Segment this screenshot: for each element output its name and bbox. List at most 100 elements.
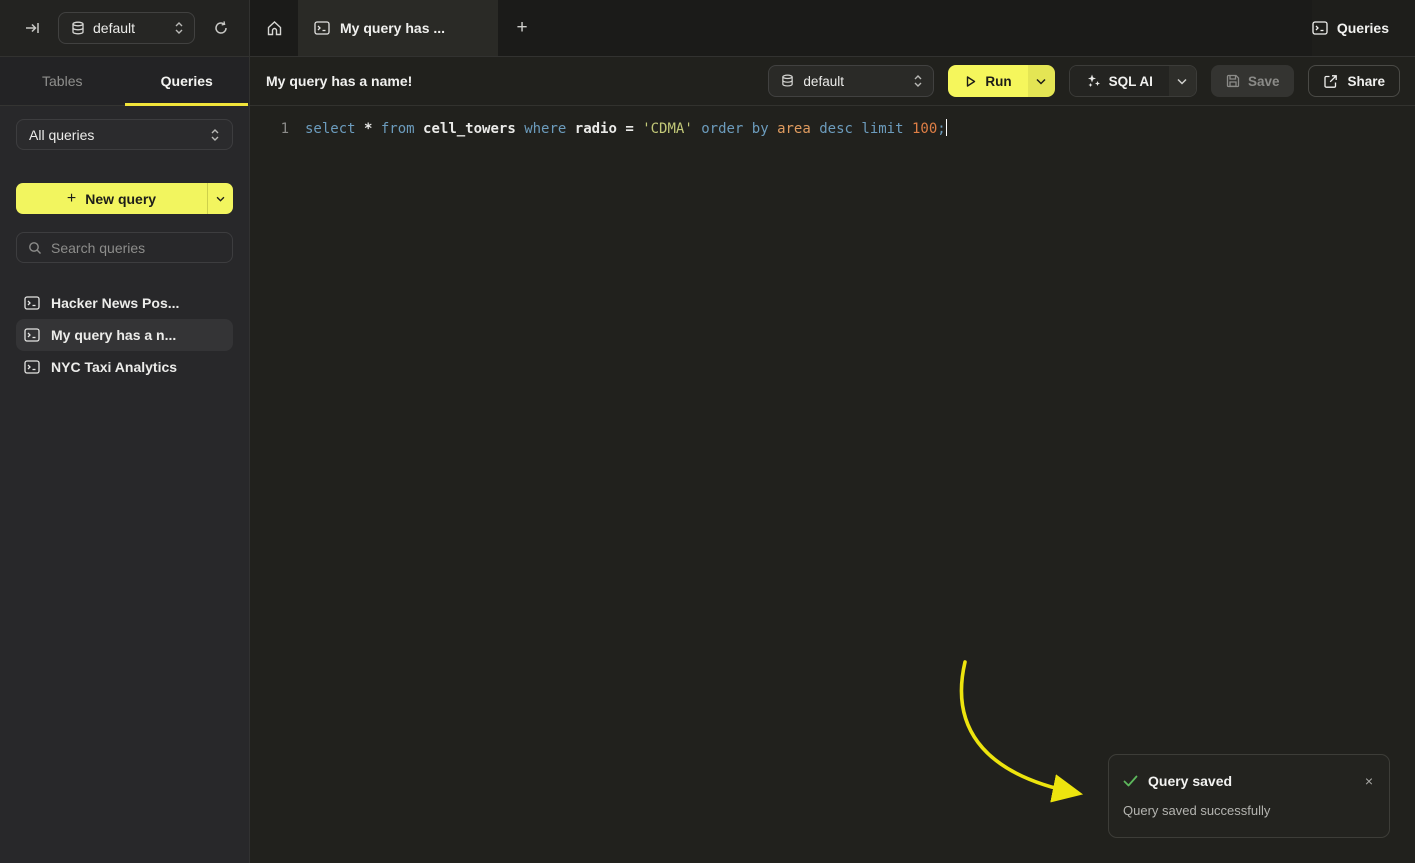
line-number: 1 <box>251 119 289 140</box>
query-filter-selector[interactable]: All queries <box>16 119 233 150</box>
toast-header: Query saved × <box>1123 772 1375 790</box>
share-button-label: Share <box>1347 74 1385 89</box>
search-queries-box <box>16 232 233 263</box>
query-list-item-label: My query has a n... <box>51 327 176 343</box>
toolbar-database-selector[interactable]: default <box>768 65 934 97</box>
database-icon <box>71 21 85 36</box>
query-list-item-hacker-news[interactable]: Hacker News Pos... <box>16 287 233 319</box>
save-button-label: Save <box>1248 74 1280 89</box>
code-line-1[interactable]: 1 select * from cell_towers where radio … <box>251 106 1415 140</box>
plus-icon: + <box>516 17 527 39</box>
database-selector[interactable]: default <box>58 12 195 44</box>
query-filter-value: All queries <box>29 127 210 143</box>
run-options-button[interactable] <box>1028 65 1055 97</box>
second-row: Tables Queries My query has a name! defa… <box>0 57 1415 106</box>
text-cursor <box>946 119 948 136</box>
top-bar: default <box>0 0 1415 57</box>
query-terminal-icon <box>24 360 40 374</box>
toolbar-database-value: default <box>803 74 904 89</box>
query-terminal-icon <box>314 21 330 35</box>
check-icon <box>1123 775 1138 787</box>
database-icon <box>781 74 794 88</box>
share-button[interactable]: Share <box>1308 65 1400 97</box>
sql-token-identifier: cell_towers <box>423 121 524 137</box>
page-title: My query has a name! <box>266 73 756 89</box>
new-tab-button[interactable]: + <box>498 0 546 56</box>
sql-token-semicolon: ; <box>937 121 945 137</box>
play-icon <box>964 75 977 88</box>
sidebar-tab-queries[interactable]: Queries <box>125 57 250 105</box>
sql-token-operator: = <box>625 121 642 137</box>
sparkles-icon <box>1086 74 1101 89</box>
share-icon <box>1323 74 1338 89</box>
chevron-down-icon <box>1036 78 1046 85</box>
query-header: My query has a name! default <box>250 57 1415 106</box>
search-queries-input[interactable] <box>51 240 232 256</box>
sql-token-keyword: desc <box>819 121 861 137</box>
chevron-down-icon <box>1177 78 1187 85</box>
sql-token-identifier: radio <box>575 121 626 137</box>
sql-token-string: 'CDMA' <box>642 121 701 137</box>
sidebar-tab-queries-label: Queries <box>161 73 213 89</box>
query-terminal-icon <box>24 328 40 342</box>
save-icon <box>1226 74 1240 88</box>
app-window: default <box>0 0 1415 863</box>
updown-chevron-icon <box>174 21 184 35</box>
sql-editor[interactable]: 1 select * from cell_towers where radio … <box>251 106 1415 863</box>
topbar-right-section[interactable]: Queries <box>1312 20 1415 36</box>
sql-token-keyword: order by <box>701 121 777 137</box>
sql-ai-button[interactable]: SQL AI <box>1070 66 1169 96</box>
tab-strip: My query has ... + <box>250 0 1312 56</box>
topbar-left-section: default <box>0 0 250 56</box>
sql-token-identifier: * <box>364 121 381 137</box>
sql-token-keyword: from <box>381 121 423 137</box>
run-button-label: Run <box>985 74 1011 89</box>
sql-token-keyword: limit <box>861 121 912 137</box>
updown-chevron-icon <box>913 74 923 88</box>
queries-terminal-icon <box>1312 21 1328 35</box>
sql-ai-options-button[interactable] <box>1169 66 1196 96</box>
query-list-item-nyc-taxi[interactable]: NYC Taxi Analytics <box>16 351 233 383</box>
sql-ai-button-group: SQL AI <box>1069 65 1197 97</box>
sidebar-tab-tables-label: Tables <box>42 73 82 89</box>
updown-chevron-icon <box>210 128 220 142</box>
query-toolbar: default Run <box>768 65 1400 97</box>
query-list: Hacker News Pos... My query has a n... N… <box>16 287 233 383</box>
close-icon: × <box>1365 773 1373 789</box>
sql-code-line: select * from cell_towers where radio = … <box>305 119 947 140</box>
sidebar: All queries + New query <box>0 106 250 863</box>
sidebar-tab-tables[interactable]: Tables <box>0 57 125 105</box>
save-button[interactable]: Save <box>1211 65 1295 97</box>
new-query-button[interactable]: + New query <box>16 183 207 214</box>
toast-message: Query saved successfully <box>1123 803 1375 818</box>
queries-label: Queries <box>1337 20 1389 36</box>
collapse-sidebar-icon <box>24 20 40 36</box>
run-button-group: Run <box>948 65 1054 97</box>
search-icon <box>28 241 42 255</box>
database-selector-value: default <box>93 20 135 36</box>
query-list-item-label: NYC Taxi Analytics <box>51 359 177 375</box>
home-icon <box>266 20 283 37</box>
refresh-button[interactable] <box>207 14 235 42</box>
collapse-sidebar-button[interactable] <box>18 14 46 42</box>
chevron-down-icon <box>216 196 225 202</box>
new-query-button-label: New query <box>85 191 156 207</box>
toast-query-saved: Query saved × Query saved successfully <box>1108 754 1390 838</box>
query-list-item-label: Hacker News Pos... <box>51 295 179 311</box>
new-query-options-button[interactable] <box>207 183 233 214</box>
refresh-icon <box>213 20 229 36</box>
home-button[interactable] <box>250 0 298 56</box>
tab-label: My query has ... <box>340 20 445 36</box>
toast-title: Query saved <box>1148 773 1353 789</box>
toast-close-button[interactable]: × <box>1363 772 1375 790</box>
sql-token-keyword: where <box>524 121 575 137</box>
query-list-item-my-query[interactable]: My query has a n... <box>16 319 233 351</box>
tab-my-query[interactable]: My query has ... <box>298 0 498 56</box>
new-query-button-group: + New query <box>16 183 233 214</box>
sidebar-tabs: Tables Queries <box>0 57 250 106</box>
run-button[interactable]: Run <box>948 65 1027 97</box>
query-terminal-icon <box>24 296 40 310</box>
plus-icon: + <box>67 190 76 208</box>
sql-ai-button-label: SQL AI <box>1109 74 1153 89</box>
sql-token-builtin: area <box>777 121 819 137</box>
